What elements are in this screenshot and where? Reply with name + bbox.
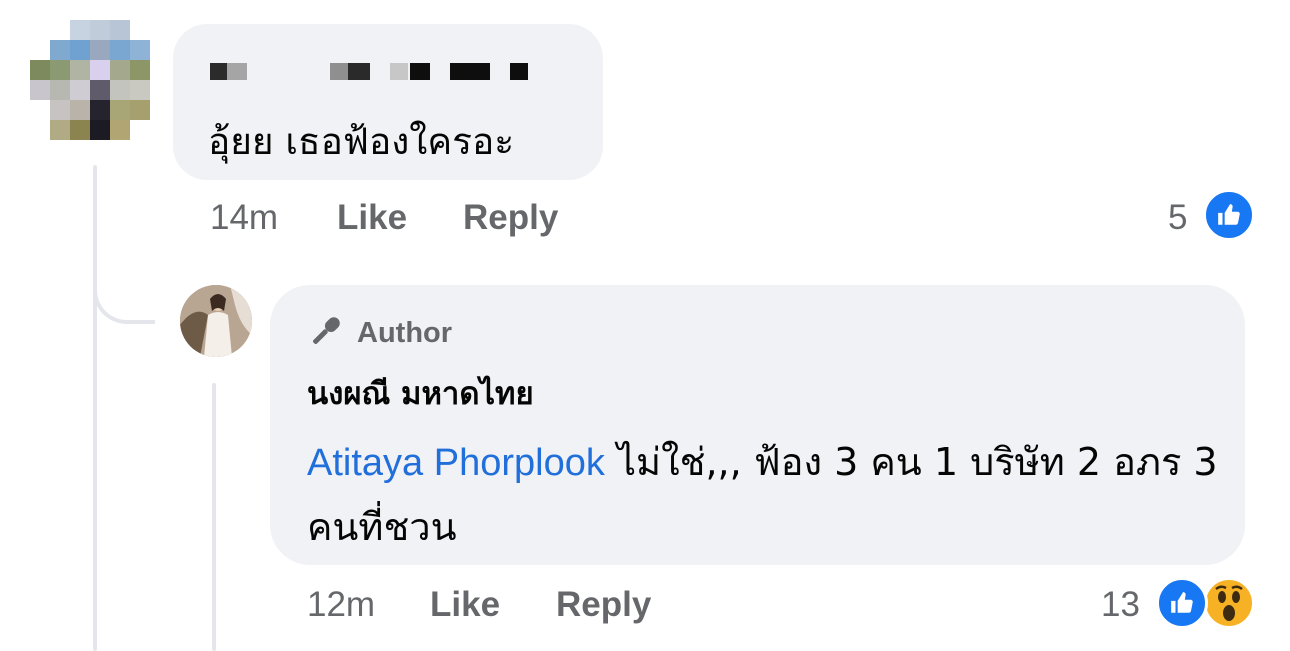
reply-connector-line [93,260,155,324]
like-button[interactable]: Like [430,585,500,625]
like-icon [1156,577,1208,629]
mention-link[interactable]: Atitaya Phorplook [307,442,605,484]
wow-icon [1203,577,1255,629]
comment-timestamp[interactable]: 12m [307,585,375,625]
like-button[interactable]: Like [337,198,407,238]
like-icon [1203,189,1255,241]
comment-text: Atitaya Phorplook ไม่ใช่,,, ฟ้อง 3 คน 1 … [307,430,1222,559]
thread-line-reply [212,383,216,651]
thread-line [93,165,97,651]
avatar-pixelated[interactable] [30,20,150,140]
microphone-icon [307,312,345,355]
comment-text: อุ้ยย เธอฟ้องใครอะ [208,120,515,163]
comment-timestamp[interactable]: 14m [210,198,278,238]
avatar[interactable] [180,285,252,357]
reply-button[interactable]: Reply [556,585,651,625]
author-badge: Author [307,312,452,355]
author-label: Author [357,317,453,349]
comment-author-name[interactable]: นงผณี มหาดไทย [307,368,534,418]
reaction-count[interactable]: 13 [1101,585,1140,625]
reply-button[interactable]: Reply [463,198,558,238]
reaction-count[interactable]: 5 [1168,198,1187,238]
